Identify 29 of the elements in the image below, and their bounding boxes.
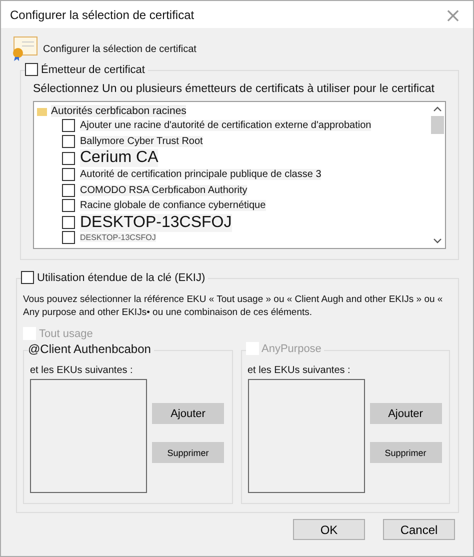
group-title: @Client Authenbcabon: [28, 342, 154, 356]
eku-button[interactable]: Ajouter: [152, 403, 224, 424]
dialog-button[interactable]: Cancel: [383, 519, 455, 540]
tree-item[interactable]: Ballymore Cyber Trust Root: [62, 134, 427, 149]
scroll-thumb[interactable]: [431, 116, 444, 134]
list-label: et les EKUs suivantes :: [30, 365, 134, 376]
tree-item[interactable]: COMODO RSA Cerbficabon Authority: [62, 182, 427, 198]
folder-icon: [37, 106, 47, 116]
window-title: Configurer la sélection de certificat: [10, 8, 194, 22]
eku-button[interactable]: Supprimer: [152, 442, 224, 463]
eku-list[interactable]: [30, 379, 147, 493]
eku-list[interactable]: [248, 379, 364, 493]
issuer-tree[interactable]: [33, 101, 446, 249]
dialog-button[interactable]: OK: [293, 519, 365, 540]
header-text: Configurer la sélection de certificat: [43, 44, 196, 54]
eku-checkbox[interactable]: Utilisation étendue de la clé (EKIJ): [21, 271, 208, 284]
tree-item[interactable]: DESKTOP-13CSFOJ: [62, 232, 427, 242]
tree-item[interactable]: Cerium CA: [62, 149, 427, 167]
tree-item[interactable]: Autorités cerbficabon racines: [51, 105, 186, 117]
tree-item[interactable]: Autorité de certification principale publique de classe 3: [62, 167, 427, 182]
tree-item[interactable]: DESKTOP-13CSFOJ: [62, 214, 427, 232]
issuer-checkbox[interactable]: Émetteur de certificat: [25, 63, 148, 76]
certificate-icon: [10, 36, 38, 62]
list-label: et les EKUs suivantes :: [248, 365, 352, 376]
scroll-down-icon[interactable]: [433, 238, 442, 244]
tree-item[interactable]: Racine globale de confiance cybernétique: [62, 198, 427, 214]
scroll-up-icon[interactable]: [433, 106, 442, 112]
issuer-description: Sélectionnez Un ou plusieurs émetteurs de certificats à utiliser pour le certificat: [33, 83, 436, 95]
eku-description: Vous pouvez sélectionner la référence EKU « Tout usage » ou « Client Augh and other EKIJs » ou « Any purpose and other EKIJs• ou une combinaison de ces éléments.: [23, 293, 444, 319]
